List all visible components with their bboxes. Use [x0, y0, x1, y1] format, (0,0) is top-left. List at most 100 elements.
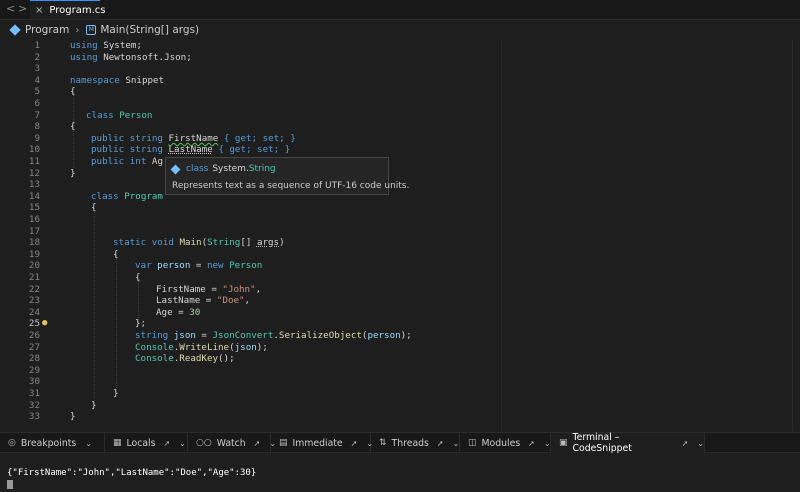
tab-program-cs[interactable]: × Program.cs [30, 0, 105, 19]
class-icon [170, 164, 181, 174]
hover-tooltip: class System. String Represents text as … [165, 157, 409, 195]
line-number: 3 [34, 63, 40, 75]
line-number: 12 [28, 167, 40, 179]
line-number: 29 [28, 364, 40, 376]
pin-icon[interactable]: ➚ [682, 439, 689, 448]
code-line: string json = JsonConvert.SerializeObjec… [135, 330, 412, 341]
code-line: class Program [91, 190, 163, 202]
code-line: } [91, 399, 97, 411]
immediate-icon: ▤ [279, 438, 288, 448]
tooltip-signature: class System. String [170, 164, 276, 174]
code-line: var person = new Person [135, 260, 263, 272]
pin-icon[interactable]: ➚ [163, 439, 170, 448]
debug-panel-tabs: ◎ Breakpoints ⌄ ▦ Locals ➚ ⌄ ○○ Watch ➚ … [0, 432, 800, 454]
threads-icon: ⇅ [379, 438, 387, 448]
modules-icon: ◫ [468, 438, 477, 448]
squiggle-warning: FirstName [168, 132, 219, 144]
breadcrumb-method[interactable]: Main(String[] args) [100, 24, 199, 36]
nav-forward-icon[interactable]: > [18, 2, 27, 15]
tab-immediate[interactable]: ▤ Immediate ➚ ⌄ [271, 433, 373, 453]
code-line: public string FirstName { get; set; } [91, 132, 296, 144]
line-number: 2 [34, 51, 40, 63]
code-line: { [91, 202, 97, 214]
lightbulb-icon[interactable]: ● [42, 318, 47, 330]
code-line: FirstName = "John", [156, 283, 262, 295]
line-number: 21 [28, 272, 40, 283]
editor-scrollbar[interactable] [792, 40, 800, 431]
terminal-panel[interactable]: {"FirstName":"John","LastName":"Doe","Ag… [0, 453, 800, 492]
close-icon[interactable]: × [35, 5, 43, 16]
pin-icon[interactable]: ➚ [254, 439, 261, 448]
tooltip-namespace: System. [212, 164, 249, 174]
code-line: public int Ag [91, 156, 163, 167]
tab-watch[interactable]: ○○ Watch ➚ ⌄ [188, 433, 276, 453]
tab-locals[interactable]: ▦ Locals ➚ ⌄ [105, 433, 188, 453]
chevron-right-icon: › [75, 24, 80, 36]
line-number: 5 [34, 86, 40, 98]
code-line: public string LastName { get; set; } [91, 144, 291, 156]
tooltip-class: String [248, 164, 276, 174]
line-number: 11 [28, 156, 40, 167]
code-line: Console.ReadKey(); [135, 353, 235, 365]
code-line: { [113, 248, 119, 260]
pin-icon[interactable]: ➚ [528, 439, 535, 448]
line-number: 33 [28, 411, 40, 423]
code-line: { [135, 272, 141, 283]
class-icon [9, 24, 21, 36]
line-number: 23 [28, 295, 40, 307]
line-number: 18 [28, 237, 40, 249]
line-number-active: 25 [28, 318, 40, 330]
line-number: 15 [28, 202, 40, 214]
tab-threads[interactable]: ⇅ Threads ➚ ⌄ [371, 433, 460, 453]
locals-icon: ▦ [113, 438, 122, 448]
code-editor[interactable]: 1 using System; 2 using Newtonsoft.Json; 3… [0, 40, 800, 431]
line-number: 16 [28, 214, 40, 225]
line-number: 8 [34, 121, 40, 133]
code-line: LastName = "Doe", [156, 295, 251, 307]
tooltip-kind: class [186, 164, 209, 174]
line-number: 20 [28, 260, 40, 272]
line-number: 6 [34, 98, 40, 109]
tab-modules[interactable]: ◫ Modules ➚ ⌄ [460, 433, 551, 453]
line-number: 28 [28, 353, 40, 365]
line-number: 32 [28, 399, 40, 411]
code-line: Age = 30 [156, 306, 201, 318]
chevron-down-icon[interactable]: ⌄ [85, 439, 92, 448]
chevron-down-icon[interactable]: ⌄ [453, 439, 460, 448]
terminal-icon: ▣ [559, 438, 568, 448]
terminal-output: {"FirstName":"John","LastName":"Doe","Ag… [7, 468, 257, 478]
code-line: } [113, 388, 119, 399]
line-number: 17 [28, 225, 40, 237]
nav-back-icon[interactable]: < [6, 2, 15, 15]
chevron-down-icon[interactable]: ⌄ [179, 439, 186, 448]
line-number: 1 [34, 40, 40, 51]
tooltip-doc: Represents text as a sequence of UTF-16 … [172, 181, 410, 191]
breadcrumb-class[interactable]: Program [25, 24, 69, 36]
code-line: Console.WriteLine(json); [135, 341, 268, 353]
code-line: { [70, 86, 76, 98]
line-number: 9 [34, 132, 40, 144]
chevron-down-icon[interactable]: ⌄ [544, 439, 551, 448]
pin-icon[interactable]: ➚ [437, 439, 444, 448]
line-number: 10 [28, 144, 40, 156]
code-line: using Newtonsoft.Json; [70, 51, 192, 63]
pin-icon[interactable]: ➚ [351, 439, 358, 448]
line-number: 31 [28, 388, 40, 399]
line-number: 13 [28, 179, 40, 191]
line-number: 7 [34, 109, 40, 121]
line-number: 24 [28, 306, 40, 318]
code-line: } [70, 167, 76, 179]
line-number: 27 [28, 341, 40, 353]
line-number: 22 [28, 283, 40, 295]
chevron-down-icon[interactable]: ⌄ [697, 439, 704, 448]
title-bar: < > × Program.cs [0, 0, 800, 20]
code-line: class Person [86, 109, 153, 121]
tab-breakpoints[interactable]: ◎ Breakpoints ⌄ [0, 433, 105, 453]
code-line: namespace Snippet [70, 74, 165, 86]
code-line: } [70, 411, 76, 423]
tab-terminal[interactable]: ▣ Terminal – CodeSnippet ➚ ⌄ [551, 432, 705, 454]
line-number: 4 [34, 74, 40, 86]
line-number: 30 [28, 376, 40, 388]
code-line: static void Main(String[] args) [113, 237, 285, 249]
line-number: 26 [28, 330, 40, 341]
